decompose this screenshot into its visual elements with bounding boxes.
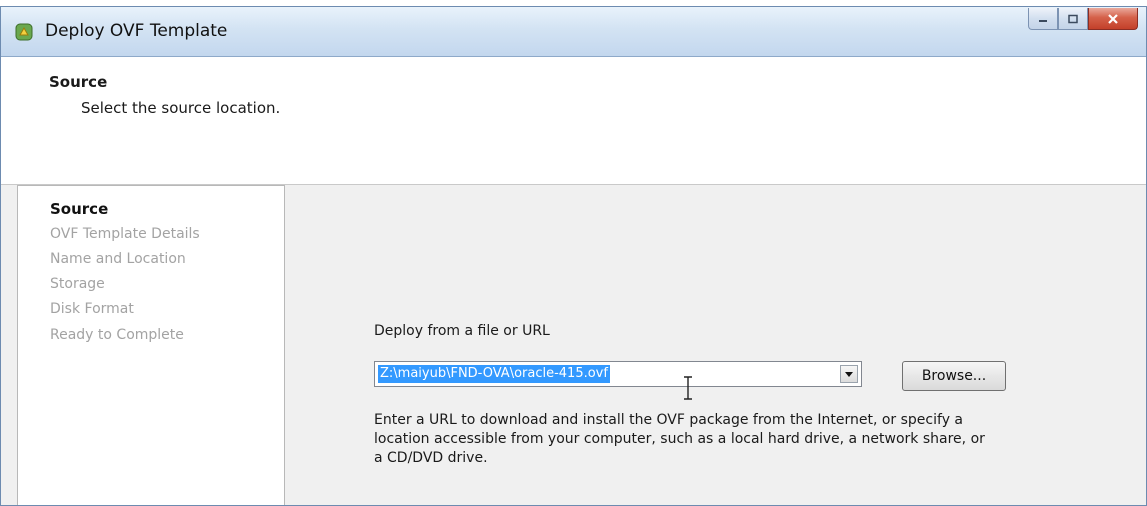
caption-buttons [1028,8,1138,30]
text-cursor-icon [684,376,692,400]
deploy-ovf-window: Deploy OVF Template Source Select the so… [0,6,1147,506]
page-title: Source [49,73,108,91]
maximize-icon [1068,14,1078,23]
step-storage[interactable]: Storage [50,276,105,292]
step-name-and-location[interactable]: Name and Location [50,251,186,267]
window-title: Deploy OVF Template [45,21,228,41]
page-subtitle: Select the source location. [81,99,281,117]
close-icon [1108,13,1118,24]
source-path-value[interactable]: Z:\maiyub\FND-OVA\oracle-415.ovf [378,365,610,383]
wizard-header: Source Select the source location. [1,57,1146,185]
source-help-text: Enter a URL to download and install the … [374,412,985,466]
maximize-button[interactable] [1058,8,1088,30]
source-path-combobox[interactable]: Z:\maiyub\FND-OVA\oracle-415.ovf [374,361,862,387]
source-content: Deploy from a file or URL Z:\maiyub\FND-… [286,185,1146,505]
minimize-button[interactable] [1028,8,1058,30]
deploy-source-label: Deploy from a file or URL [374,323,550,339]
wizard-steps: Source OVF Template Details Name and Loc… [17,185,285,505]
vsphere-app-icon [15,23,33,41]
step-source[interactable]: Source [50,200,108,218]
step-ovf-template-details[interactable]: OVF Template Details [50,226,200,242]
step-ready-to-complete[interactable]: Ready to Complete [50,327,184,343]
title-bar[interactable]: Deploy OVF Template [1,7,1146,57]
browse-button[interactable]: Browse... [902,361,1006,391]
chevron-down-icon [845,372,853,377]
step-disk-format[interactable]: Disk Format [50,301,134,317]
close-button[interactable] [1088,8,1138,30]
minimize-icon [1039,19,1047,22]
dropdown-button[interactable] [840,365,858,383]
